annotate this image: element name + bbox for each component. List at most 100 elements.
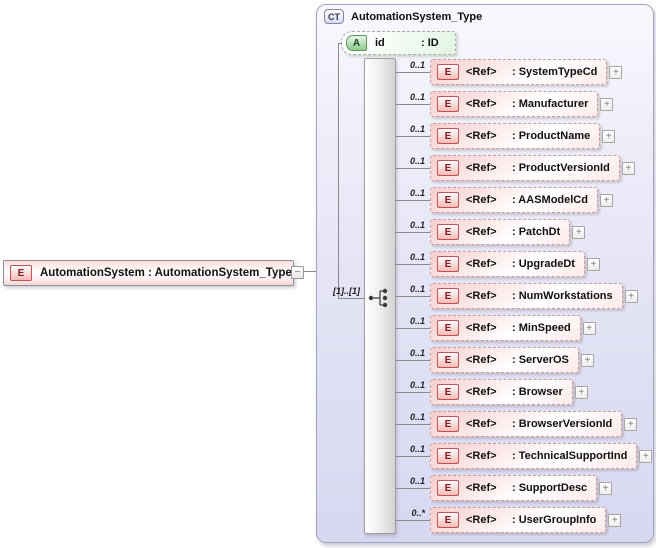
element-row: E <Ref>: TechnicalSupportInd + [430,443,653,469]
element-icon: E [10,265,32,281]
sequence-icon [368,288,388,308]
element-icon: E [437,96,459,112]
element-name-label: : NumWorkstations [512,290,613,302]
element-name-label: : ProductVersionId [512,162,610,174]
expand-icon[interactable]: + [621,161,635,175]
element-ref-label: <Ref> [466,418,497,430]
expand-icon[interactable]: + [572,225,586,239]
element-row: E <Ref>: MinSpeed + [430,315,596,341]
element-box-systemtypecd[interactable]: E <Ref> : SystemTypeCd [430,59,608,85]
element-ref-label: <Ref> [466,482,497,494]
element-ref-label: <Ref> [466,450,497,462]
element-box-supportdesc[interactable]: E <Ref>: SupportDesc [430,475,598,501]
complex-type-icon: CT [324,9,344,24]
element-name-label: : PatchDt [512,226,561,238]
child-connector-line [396,424,430,425]
element-name-label: : TechnicalSupportInd [512,450,628,462]
cardinality-label: 0..1 [409,124,425,134]
complex-type-box[interactable]: CT AutomationSystem_Type A id : ID [1]..… [316,4,654,543]
expand-icon[interactable]: + [639,449,653,463]
element-name-label: : UserGroupInfo [512,514,597,526]
element-box-serveros[interactable]: E <Ref>: ServerOS [430,347,579,373]
attribute-box-id[interactable]: A id : ID [341,31,456,55]
child-connector-line [396,200,430,201]
element-box-aasmodelcd[interactable]: E <Ref>: AASModelCd [430,187,598,213]
element-name-label: : ServerOS [512,354,569,366]
element-icon: E [437,192,459,208]
element-box-browserversionid[interactable]: E <Ref>: BrowserVersionId [430,411,623,437]
element-row: E <Ref> : PatchDt + [430,219,586,245]
element-ref-label: <Ref> [466,226,497,238]
element-row: E <Ref>: SupportDesc + [430,475,613,501]
element-box-usergroupinfo[interactable]: E <Ref>: UserGroupInfo [430,507,607,533]
element-row: E <Ref>: ProductName + [430,123,616,149]
element-box-productname[interactable]: E <Ref>: ProductName [430,123,601,149]
child-connector-line [396,456,430,457]
expand-icon[interactable]: + [574,385,588,399]
element-box-technicalsupportind[interactable]: E <Ref>: TechnicalSupportInd [430,443,638,469]
element-icon: E [437,256,459,272]
element-box-manufacturer[interactable]: E <Ref>: Manufacturer [430,91,599,117]
element-box-upgradedt[interactable]: E <Ref>: UpgradeDt [430,251,585,277]
element-ref-label: <Ref> [466,386,497,398]
element-icon: E [437,128,459,144]
element-name-label: : MinSpeed [512,322,571,334]
expand-icon[interactable]: + [599,481,613,495]
child-connector-line [396,104,430,105]
expand-icon[interactable]: + [609,65,623,79]
element-row: E <Ref>: Manufacturer + [430,91,614,117]
element-ref-label: <Ref> [466,322,497,334]
element-icon: E [437,384,459,400]
cardinality-label: 0..1 [409,316,425,326]
root-element-label: AutomationSystem : AutomationSystem_Type [40,267,292,279]
attribute-name: id [375,37,385,49]
expand-icon[interactable]: + [602,129,616,143]
child-connector-line [396,296,430,297]
expand-icon[interactable]: + [624,417,638,431]
element-box-productversionid[interactable]: E <Ref>: ProductVersionId [430,155,620,181]
element-icon: E [437,224,459,240]
collapse-icon[interactable]: − [291,266,304,279]
child-connector-line [396,168,430,169]
expand-icon[interactable]: + [600,97,614,111]
element-icon: E [437,288,459,304]
element-ref-label: <Ref> [466,258,497,270]
element-row: E <Ref>: UpgradeDt + [430,251,600,277]
child-connector-line [396,136,430,137]
element-name-label: : Manufacturer [512,98,589,110]
element-box-minspeed[interactable]: E <Ref>: MinSpeed [430,315,581,341]
element-icon: E [437,64,459,80]
expand-icon[interactable]: + [582,321,596,335]
expand-icon[interactable]: + [599,193,613,207]
element-box-patchdt[interactable]: E <Ref> : PatchDt [430,219,571,245]
complex-type-header: CT AutomationSystem_Type [324,9,482,24]
element-box-browser[interactable]: E <Ref> : Browser [430,379,573,405]
cardinality-label: 0..1 [409,188,425,198]
cardinality-label: 0..1 [409,252,425,262]
element-name-label: : ProductName [512,130,591,142]
cardinality-label: 0..1 [409,60,425,70]
element-box-numworkstations[interactable]: E <Ref> : NumWorkstations [430,283,623,309]
element-row: E <Ref>: BrowserVersionId + [430,411,638,437]
cardinality-label: 0..1 [409,412,425,422]
cardinality-label: 0..1 [409,444,425,454]
child-connector-line [396,232,430,233]
cardinality-label: 0..1 [409,380,425,390]
cardinality-label: 0..* [411,508,425,518]
element-name-label: : BrowserVersionId [512,418,613,430]
compositor-cardinality-label: [1]..[1] [333,286,360,296]
root-element-box[interactable]: E AutomationSystem : AutomationSystem_Ty… [3,260,294,286]
cardinality-label: 0..1 [409,220,425,230]
element-ref-label: <Ref> [466,66,497,78]
element-name-label: : Browser [512,386,563,398]
expand-icon[interactable]: + [624,289,638,303]
expand-icon[interactable]: + [586,257,600,271]
child-connector-line [396,360,430,361]
element-name-label: : SystemTypeCd [512,66,598,78]
element-ref-label: <Ref> [466,354,497,366]
expand-icon[interactable]: + [608,513,622,527]
element-ref-label: <Ref> [466,290,497,302]
compositor-connector-line [338,298,365,299]
element-row: E <Ref>: ServerOS + [430,347,594,373]
expand-icon[interactable]: + [580,353,594,367]
